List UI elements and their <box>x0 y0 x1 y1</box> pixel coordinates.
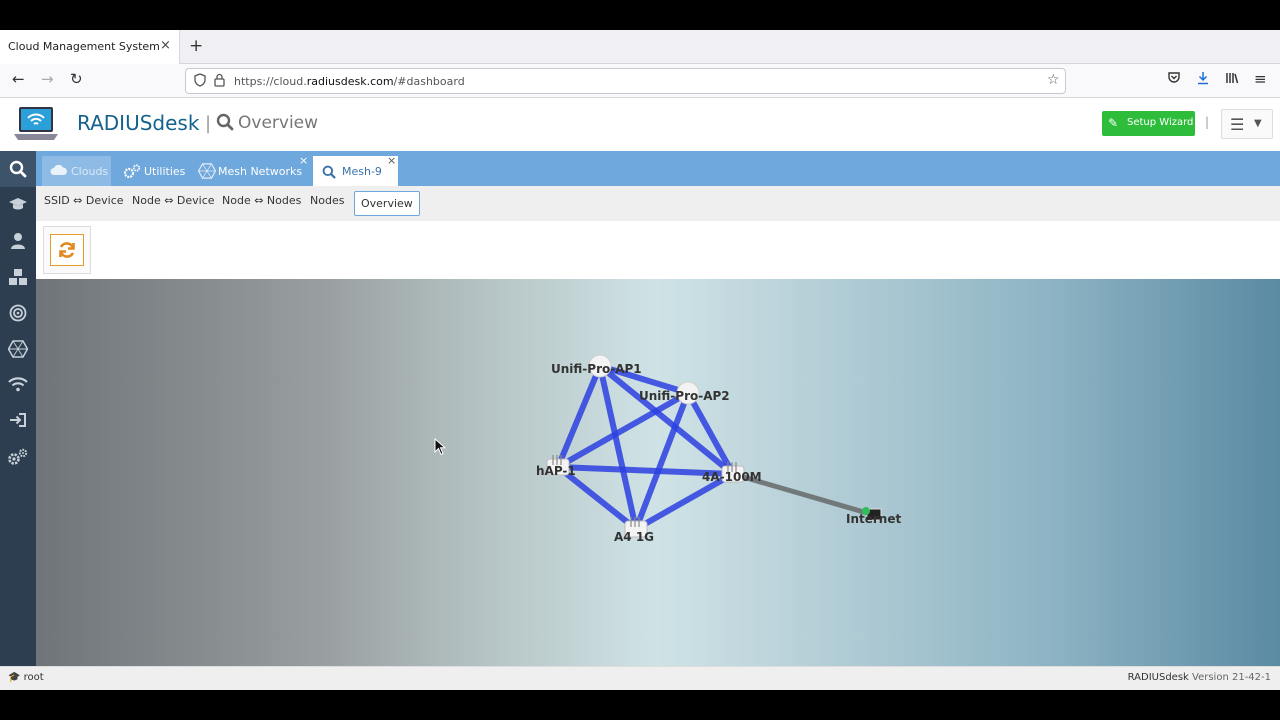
brand-name: RADIUSdesk <box>77 111 200 135</box>
link-ap2-hap <box>555 390 691 470</box>
tab-utilities[interactable]: Utilities <box>118 156 188 186</box>
shield-icon[interactable] <box>194 73 206 90</box>
header-menu-separator: | <box>1205 115 1210 129</box>
setup-wizard-label: Setup Wizard <box>1127 117 1194 128</box>
node-label-internet: Internet <box>846 512 902 526</box>
gears-icon[interactable] <box>0 448 36 471</box>
toolbar <box>36 221 1280 279</box>
pocket-icon[interactable] <box>1167 71 1181 89</box>
caret-down-icon: ▼ <box>1254 118 1262 129</box>
forward-arrow-icon[interactable]: → <box>41 70 54 88</box>
bookmark-star-icon[interactable]: ☆ <box>1047 72 1060 88</box>
tab-clouds[interactable]: Clouds <box>42 156 111 186</box>
page-title: Overview <box>238 113 319 133</box>
cubes-icon[interactable] <box>0 268 36 291</box>
close-tab-mesh-networks-icon[interactable]: × <box>299 154 308 167</box>
mesh-overview-canvas[interactable]: Unifi-Pro-AP1 Unifi-Pro-AP2 hAP-1 4A-100… <box>36 279 1280 666</box>
setup-wizard-button[interactable]: ✎ Setup Wizard <box>1102 111 1195 136</box>
url-text: https://cloud.radiusdesk.com/#dashboard <box>234 75 465 88</box>
browser-nav-bar: ← → ↻ https://cloud.radiusdesk.com/#dash… <box>0 64 1280 98</box>
status-version-number: Version 21-42-1 <box>1192 672 1271 683</box>
lock-icon[interactable] <box>214 73 225 90</box>
browser-tab-strip: Cloud Management System × + <box>0 30 1280 64</box>
graduation-cap-icon[interactable] <box>0 196 36 217</box>
reload-page-icon[interactable]: ↻ <box>70 70 83 88</box>
browser-tab-title: Cloud Management System <box>8 40 160 53</box>
search-icon <box>216 113 234 131</box>
tab-clouds-label: Clouds <box>71 165 109 178</box>
sidebar <box>0 151 36 666</box>
address-bar[interactable]: https://cloud.radiusdesk.com/#dashboard … <box>185 68 1066 94</box>
node-label-4a-100m: 4A-100M <box>702 470 762 484</box>
subtab-node-device[interactable]: Node ⇔ Device <box>132 194 215 207</box>
subtab-ssid-device[interactable]: SSID ⇔ Device <box>44 194 124 207</box>
graduation-cap-icon: 🎓 <box>8 672 21 683</box>
bullseye-icon[interactable] <box>0 304 36 327</box>
status-user: 🎓 root <box>8 672 44 683</box>
status-app-name: RADIUSdesk <box>1127 672 1189 683</box>
node-label-unifi-pro-ap1: Unifi-Pro-AP1 <box>551 362 642 376</box>
browser-tab[interactable]: Cloud Management System × <box>0 30 180 64</box>
close-tab-icon[interactable]: × <box>160 38 171 53</box>
tab-mesh-networks-label: Mesh Networks <box>218 165 303 178</box>
laptop-wifi-logo <box>14 106 58 142</box>
mouse-cursor-icon <box>434 437 447 460</box>
sub-tab-bar: SSID ⇔ Device Node ⇔ Device Node ⇔ Nodes… <box>36 186 1280 221</box>
hexagon-icon <box>197 163 217 182</box>
module-tab-bar: Clouds Utilities Mesh Networks × Mesh-9 … <box>36 151 1280 186</box>
app-header: RADIUSdesk | Overview ✎ Setup Wizard | ☰… <box>0 98 1280 151</box>
library-icon[interactable] <box>1225 71 1239 89</box>
link-ap2-g100 <box>685 390 736 477</box>
user-icon[interactable] <box>0 232 36 255</box>
tab-mesh-9[interactable]: Mesh-9 × <box>313 154 398 186</box>
status-bar: 🎓 root RADIUSdesk Version 21-42-1 <box>0 666 1280 690</box>
mesh-graph[interactable] <box>36 279 1280 666</box>
sign-in-icon[interactable] <box>0 412 36 433</box>
search-icon <box>322 165 336 182</box>
main-menu-button[interactable]: ☰ ▼ <box>1221 109 1273 139</box>
node-label-hap-1: hAP-1 <box>536 464 576 478</box>
cloud-icon <box>50 164 68 179</box>
subtab-node-nodes[interactable]: Node ⇔ Nodes <box>222 194 301 207</box>
header-separator: | <box>205 113 212 134</box>
tab-mesh-9-label: Mesh-9 <box>342 165 382 178</box>
tab-mesh-networks[interactable]: Mesh Networks <box>194 156 306 186</box>
gears-icon <box>123 164 141 182</box>
close-tab-mesh-9-icon[interactable]: × <box>387 154 396 167</box>
refresh-icon <box>50 234 84 266</box>
tab-utilities-label: Utilities <box>144 165 186 178</box>
magic-wand-icon: ✎ <box>1108 116 1119 130</box>
reload-button[interactable] <box>43 226 91 274</box>
new-tab-button[interactable]: + <box>189 36 203 56</box>
search-icon[interactable] <box>0 160 36 183</box>
bars-icon: ☰ <box>1230 115 1245 134</box>
hexagon-icon[interactable] <box>0 340 36 363</box>
status-version: RADIUSdesk Version 21-42-1 <box>1128 672 1271 683</box>
node-label-unifi-pro-ap2: Unifi-Pro-AP2 <box>639 389 730 403</box>
subtab-overview[interactable]: Overview <box>354 191 420 216</box>
download-icon[interactable] <box>1196 71 1210 89</box>
hamburger-menu-icon[interactable]: ≡ <box>1254 70 1267 88</box>
wifi-icon[interactable] <box>0 376 36 397</box>
browser-window: Cloud Management System × + ← → ↻ https:… <box>0 30 1280 690</box>
status-username: root <box>23 672 44 683</box>
back-arrow-icon[interactable]: ← <box>12 70 25 88</box>
subtab-nodes[interactable]: Nodes <box>310 194 344 207</box>
node-label-a4-1g: A4 1G <box>614 530 655 544</box>
